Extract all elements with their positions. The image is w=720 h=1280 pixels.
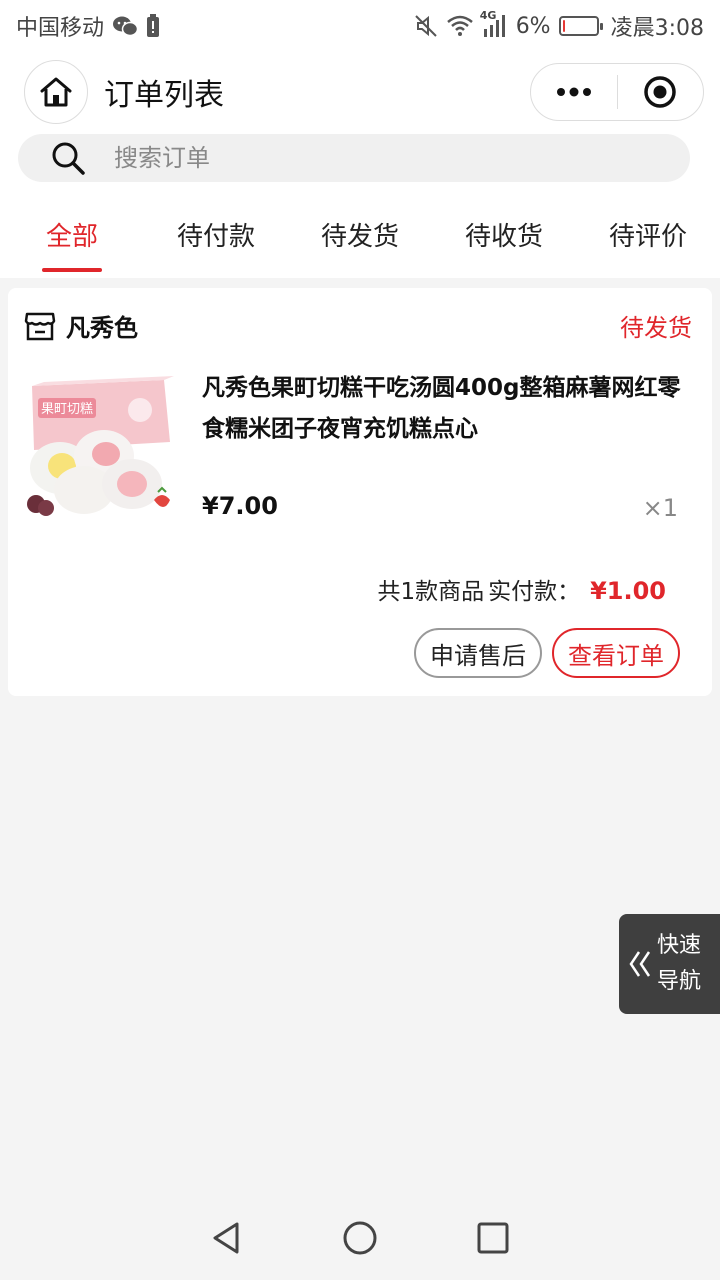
quick-nav-line2: 导航: [657, 969, 702, 994]
after-sale-button[interactable]: 申请售后: [414, 628, 542, 678]
battery-percent: 6%: [515, 13, 551, 39]
view-order-button[interactable]: 查看订单: [552, 628, 680, 678]
wechat-icon: [112, 15, 139, 37]
system-nav-bar: [0, 1196, 720, 1280]
tab-all[interactable]: 全部: [0, 190, 144, 278]
shop-name[interactable]: 凡秀色: [66, 308, 138, 343]
search-bar: [0, 132, 720, 190]
double-chevron-left-icon: [629, 951, 651, 977]
order-status: 待发货: [620, 314, 692, 342]
order-tabs: 全部 待付款 待发货 待收货 待评价: [0, 190, 720, 278]
product-title[interactable]: 凡秀色果町切糕干吃汤圆400g整箱麻薯网红零食糯米团子夜宵充饥糕点心: [202, 368, 702, 450]
carrier-label: 中国移动: [16, 16, 105, 41]
target-icon: [644, 76, 676, 108]
home-icon: [40, 77, 72, 107]
search-input[interactable]: [114, 144, 594, 172]
header: 订单列表: [0, 52, 720, 132]
product-image[interactable]: 果町切糕: [24, 372, 180, 520]
summary-total: ¥1.00: [590, 577, 666, 605]
shop-icon: [24, 312, 56, 340]
mute-icon: [414, 14, 438, 38]
wifi-icon: [446, 15, 474, 37]
back-icon[interactable]: [209, 1220, 245, 1256]
order-summary: 共1款商品 实付款： ¥1.00: [377, 572, 666, 606]
tab-pending-review[interactable]: 待评价: [576, 190, 720, 278]
product-quantity: ×1: [642, 494, 678, 522]
more-button[interactable]: [531, 64, 617, 120]
battery-alert-icon: [146, 14, 160, 38]
clock: 凌晨3:08: [610, 16, 704, 41]
network-type-label: 4G: [479, 9, 497, 22]
product-box-text: 果町切糕: [41, 402, 93, 417]
recents-icon[interactable]: [475, 1220, 511, 1256]
tab-pending-payment[interactable]: 待付款: [144, 190, 288, 278]
product-price: ¥7.00: [202, 492, 278, 520]
order-card[interactable]: 凡秀色 待发货 果町切糕 凡秀色果町切糕干吃汤圆400g整箱麻薯网红零食糯米团子…: [8, 288, 712, 696]
tab-pending-shipment[interactable]: 待发货: [288, 190, 432, 278]
miniprogram-capsule: [530, 63, 704, 121]
quick-nav-button[interactable]: 快速 导航: [619, 914, 720, 1014]
home-button[interactable]: [24, 60, 88, 124]
order-actions: 申请售后 查看订单: [414, 628, 680, 678]
status-bar: 中国移动 4G 6% 凌晨3:08: [0, 0, 720, 52]
signal-icon: 4G: [480, 9, 508, 37]
summary-count: 共1款商品: [377, 579, 485, 605]
page-title: 订单列表: [104, 78, 224, 113]
battery-icon: [558, 16, 603, 36]
quick-nav-label: 快速 导航: [657, 928, 713, 1000]
close-miniprogram-button[interactable]: [618, 64, 704, 120]
shop-row: 凡秀色 待发货: [24, 308, 692, 343]
more-icon: [556, 87, 591, 97]
home-circle-icon[interactable]: [342, 1220, 378, 1256]
search-icon: [52, 142, 85, 175]
search-box[interactable]: [18, 134, 690, 182]
summary-paid-label: 实付款：: [488, 579, 581, 605]
tab-pending-receipt[interactable]: 待收货: [432, 190, 576, 278]
quick-nav-line1: 快速: [657, 933, 702, 958]
